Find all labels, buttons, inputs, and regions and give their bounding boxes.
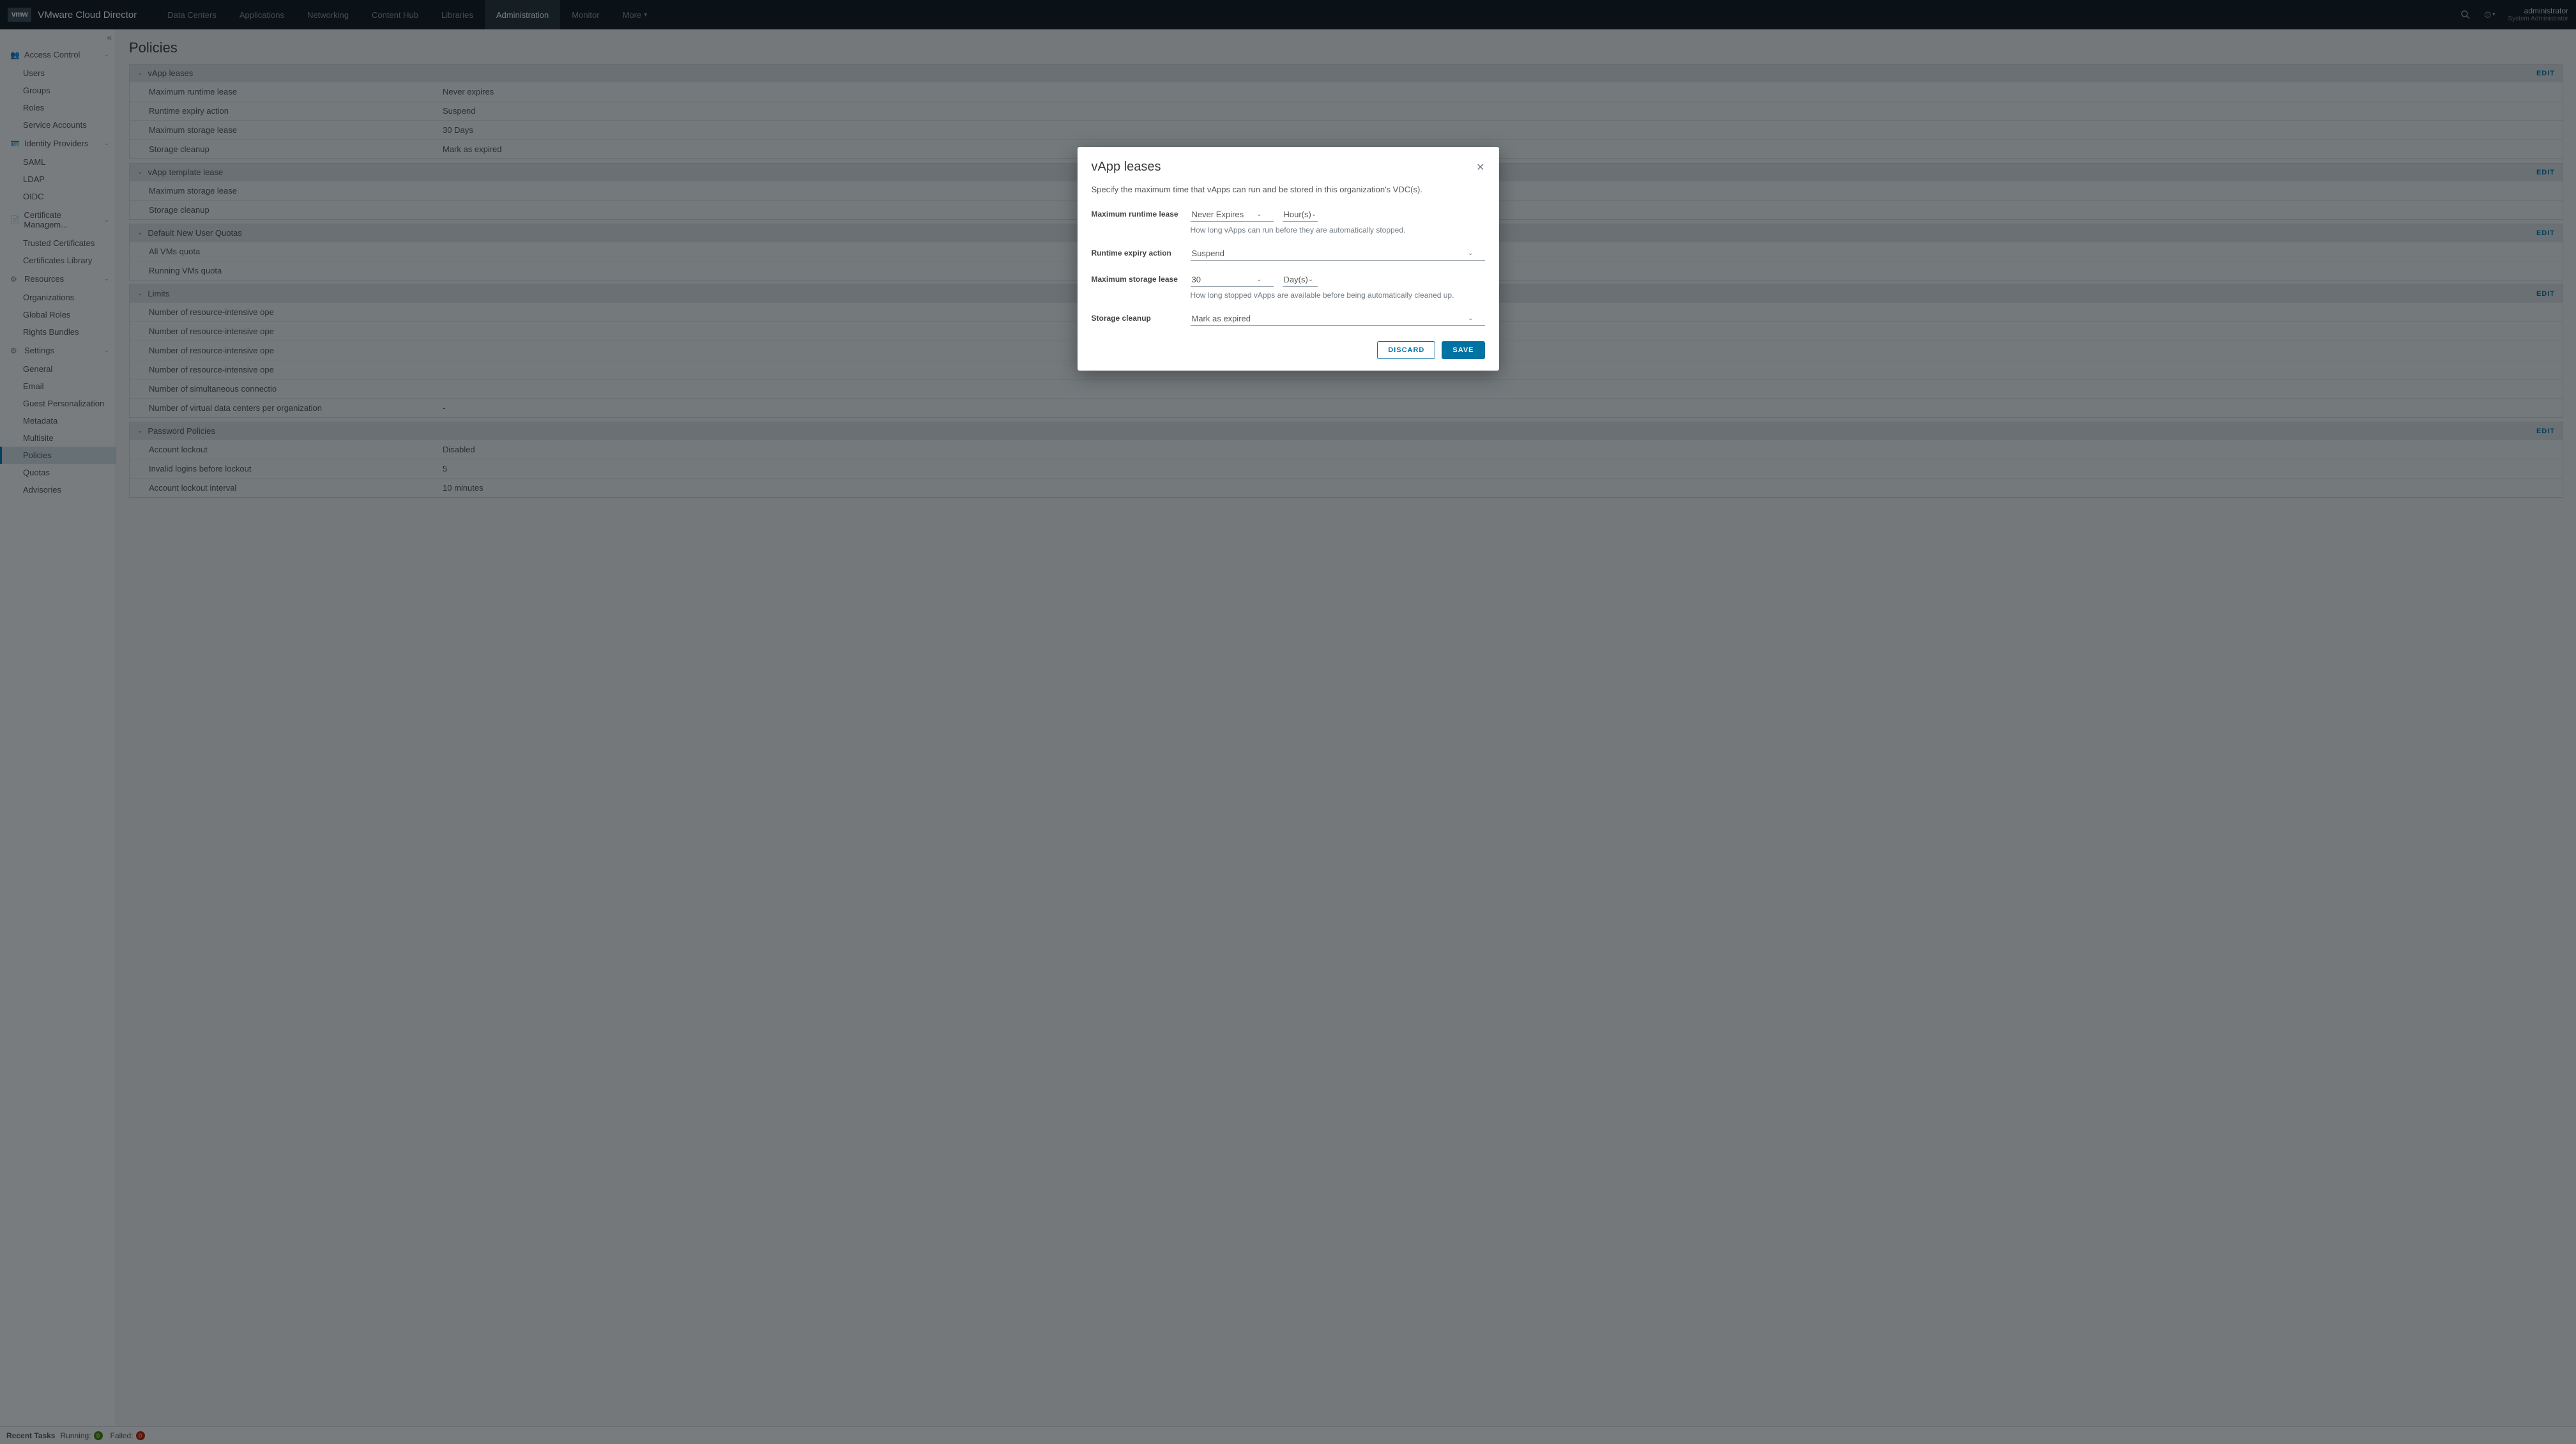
expiry-action-select[interactable]: Suspend⌄ bbox=[1191, 247, 1485, 261]
storage-lease-select[interactable]: 30⌄ bbox=[1191, 273, 1274, 287]
storage-unit-select[interactable]: Day(s)⌄ bbox=[1283, 273, 1318, 287]
dialog-title: vApp leases bbox=[1092, 160, 1161, 174]
expiry-action-label: Runtime expiry action bbox=[1092, 247, 1191, 257]
modal-overlay: vApp leases ✕ Specify the maximum time t… bbox=[0, 0, 2576, 1444]
chevron-down-icon: ⌄ bbox=[1468, 315, 1473, 322]
storage-cleanup-label: Storage cleanup bbox=[1092, 312, 1191, 323]
chevron-down-icon: ⌄ bbox=[1256, 211, 1261, 218]
chevron-down-icon: ⌄ bbox=[1256, 276, 1261, 283]
storage-cleanup-select[interactable]: Mark as expired⌄ bbox=[1191, 312, 1485, 326]
chevron-down-icon: ⌄ bbox=[1468, 250, 1473, 257]
close-icon[interactable]: ✕ bbox=[1476, 161, 1484, 174]
chevron-down-icon: ⌄ bbox=[1311, 211, 1316, 218]
runtime-lease-label: Maximum runtime lease bbox=[1092, 208, 1191, 219]
dialog-description: Specify the maximum time that vApps can … bbox=[1092, 185, 1485, 194]
storage-hint: How long stopped vApps are available bef… bbox=[1191, 291, 1485, 300]
runtime-lease-select[interactable]: Never Expires⌄ bbox=[1191, 208, 1274, 222]
runtime-hint: How long vApps can run before they are a… bbox=[1191, 226, 1485, 234]
storage-lease-label: Maximum storage lease bbox=[1092, 273, 1191, 284]
discard-button[interactable]: DISCARD bbox=[1377, 341, 1435, 359]
vapp-leases-dialog: vApp leases ✕ Specify the maximum time t… bbox=[1078, 147, 1499, 371]
save-button[interactable]: SAVE bbox=[1442, 341, 1484, 359]
runtime-unit-select[interactable]: Hour(s)⌄ bbox=[1283, 208, 1318, 222]
chevron-down-icon: ⌄ bbox=[1308, 276, 1313, 283]
